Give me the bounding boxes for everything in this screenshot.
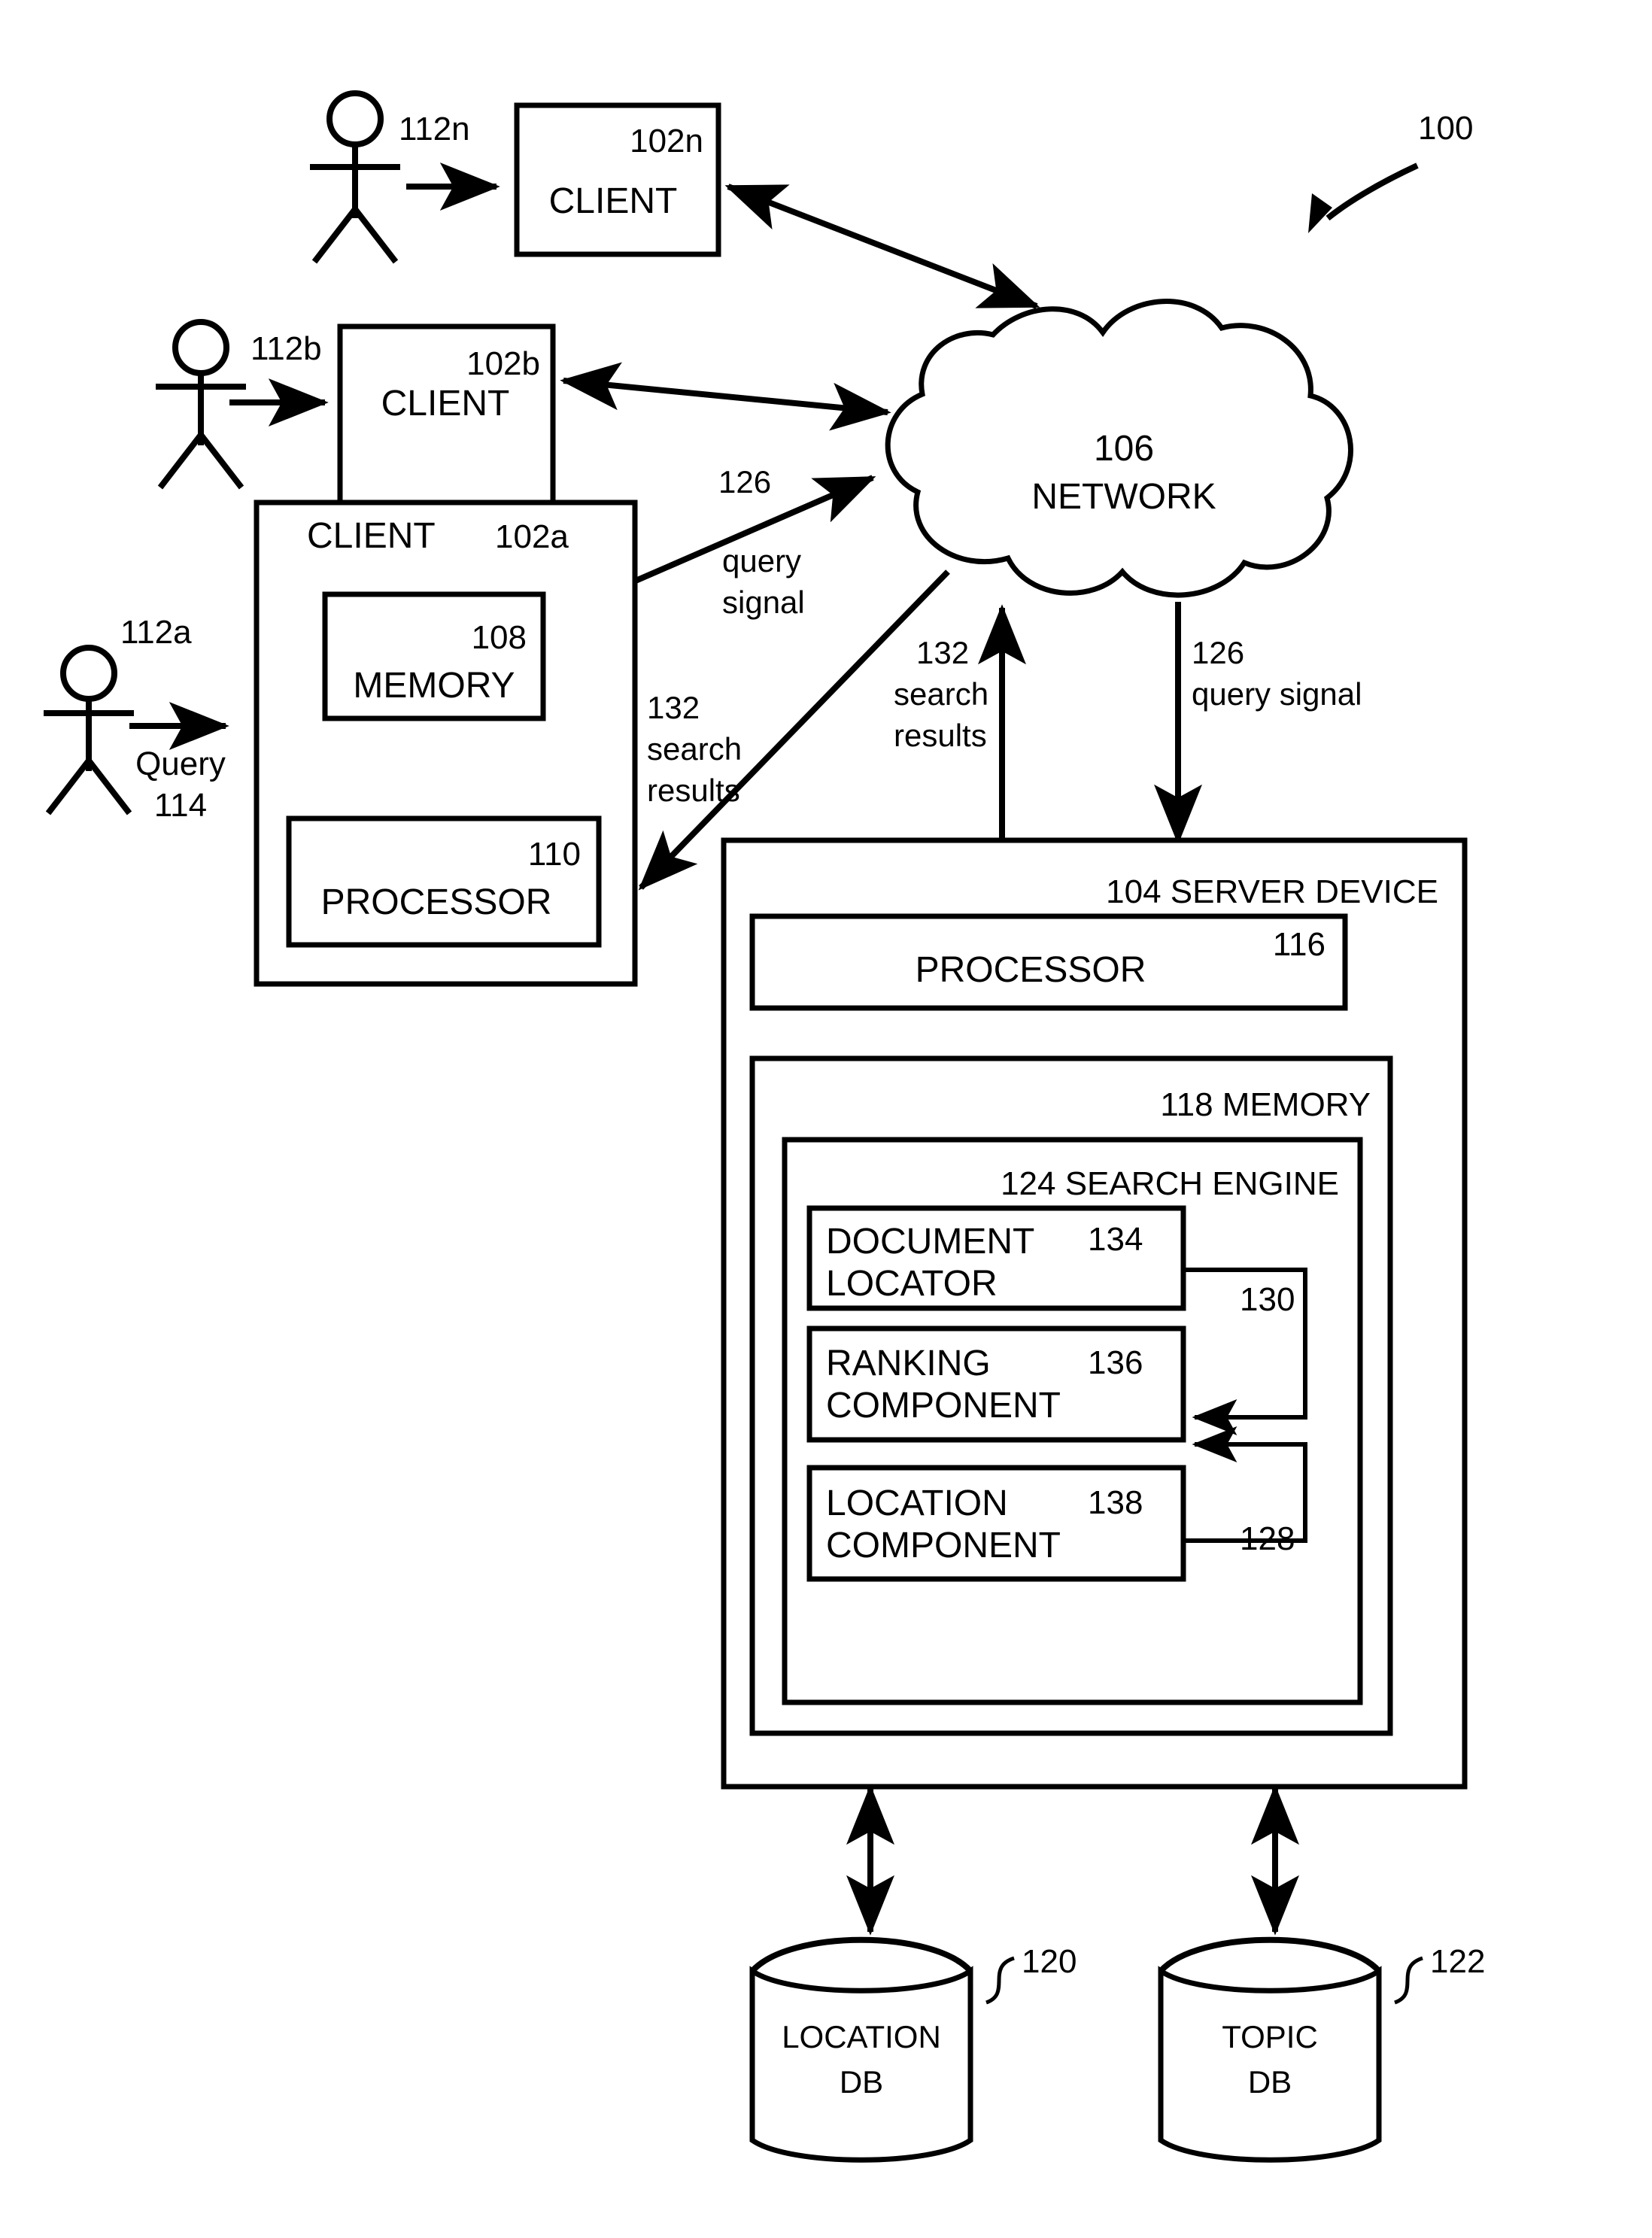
query-signal-line1: query <box>722 543 801 578</box>
document-locator-134[interactable]: 134 DOCUMENT LOCATOR <box>806 1205 1186 1311</box>
client-102a[interactable]: CLIENT 102a 108 MEMORY 110 PROCESSOR <box>254 500 638 987</box>
network-cloud[interactable]: 106 NETWORK <box>885 299 1353 598</box>
server-query-signal-text: query signal <box>1192 676 1362 712</box>
client-102n-label: CLIENT <box>549 181 678 221</box>
query-signal-line2: signal <box>722 585 805 620</box>
flow-search-results-server-up: 132 search results <box>894 604 1026 841</box>
document-locator-line2: LOCATOR <box>826 1264 998 1304</box>
server-processor-ref: 116 <box>1273 926 1326 963</box>
server-search-results-line2: results <box>894 718 987 753</box>
network-ref: 106 <box>1094 429 1154 469</box>
location-component-line2: COMPONENT <box>826 1526 1061 1565</box>
search-results-line1-a: search <box>647 731 742 767</box>
location-db-top <box>750 1936 973 1973</box>
topic-db-line1: TOPIC <box>1222 2019 1318 2054</box>
actor-112n: 112n <box>310 90 500 264</box>
search-results-line2-a: results <box>647 773 740 808</box>
topic-db-line2: DB <box>1248 2064 1292 2100</box>
search-engine-header: 124 SEARCH ENGINE <box>1001 1165 1339 1202</box>
server-memory-header: 118 MEMORY <box>1160 1086 1371 1123</box>
client-processor-ref: 110 <box>528 836 581 873</box>
server-search-results-ref: 132 <box>916 635 969 670</box>
client-processor-110[interactable]: 110 PROCESSOR <box>286 815 602 948</box>
client-102n-ref: 102n <box>630 123 703 159</box>
server-search-results-line1: search <box>894 676 988 712</box>
server-processor-116[interactable]: 116 PROCESSOR <box>749 913 1348 1011</box>
location-db-leader <box>985 1956 1015 2005</box>
actor-112n-ref: 112n <box>399 111 470 147</box>
system-diagram: 100 112n 102n CLIENT 112b 102b CLIENT 10… <box>44 90 1485 2163</box>
flow-query-signal-server-down: 126 query signal <box>1154 602 1362 845</box>
server-query-signal-ref: 126 <box>1192 635 1244 670</box>
server-device-104[interactable]: 104 SERVER DEVICE 116 PROCESSOR 118 MEMO… <box>721 837 1468 1790</box>
location-component-ref: 138 <box>1088 1484 1143 1521</box>
system-ref-leader <box>1326 162 1419 221</box>
actor-left-leg-icon <box>157 433 204 490</box>
client-102b-network-link <box>560 362 891 431</box>
patent-figure-root: 100 112n 102n CLIENT 112b 102b CLIENT 10… <box>0 0 1652 2238</box>
server-memory-118[interactable]: 118 MEMORY 124 SEARCH ENGINE 134 DOCUMEN… <box>749 1055 1393 1736</box>
location-component-138[interactable]: 138 LOCATION COMPONENT <box>806 1465 1186 1582</box>
ranking-component-136[interactable]: 136 RANKING COMPONENT <box>806 1325 1186 1443</box>
actor-112a-ref: 112a <box>120 614 192 651</box>
server-processor-label: PROCESSOR <box>916 950 1146 990</box>
client-memory-108[interactable]: 108 MEMORY <box>322 591 546 721</box>
document-locator-ref: 134 <box>1088 1221 1143 1258</box>
actor-head-icon <box>172 319 229 376</box>
location-db-line2: DB <box>840 2064 883 2100</box>
connector-130-ref: 130 <box>1240 1281 1295 1318</box>
actor-right-leg-icon <box>86 758 132 815</box>
client-102n-network-link <box>724 184 1040 309</box>
query-label-line1: Query <box>135 745 226 782</box>
location-component-line1: LOCATION <box>826 1483 1008 1523</box>
actor-112b-ref: 112b <box>251 330 322 367</box>
actor-head-icon <box>326 90 384 147</box>
topic-db-top <box>1159 1936 1381 1973</box>
network-label: NETWORK <box>1031 477 1216 517</box>
topic-db-leader <box>1394 1956 1423 2005</box>
system-ref-callout: 100 <box>1308 110 1473 233</box>
actor-left-leg-icon <box>311 207 358 264</box>
system-ref-arrowhead <box>1308 193 1332 233</box>
location-db-ref: 120 <box>1022 1943 1077 1980</box>
server-device-header: 104 SERVER DEVICE <box>1106 873 1438 910</box>
actor-112b: 112b <box>156 319 329 490</box>
actor-right-leg-icon <box>198 433 244 490</box>
location-db-line1: LOCATION <box>782 2019 941 2054</box>
connector-128-ref: 128 <box>1240 1520 1295 1557</box>
ranking-component-line2: COMPONENT <box>826 1386 1061 1426</box>
client-102b-ref: 102b <box>466 345 540 382</box>
client-memory-label: MEMORY <box>353 666 515 706</box>
ranking-component-line1: RANKING <box>826 1344 991 1383</box>
client-102n[interactable]: 102n CLIENT <box>514 102 721 257</box>
actor-right-leg-icon <box>352 207 399 264</box>
query-label-line2: 114 <box>154 787 207 824</box>
database-122[interactable]: TOPIC DB 122 <box>1158 1936 1485 2163</box>
actor-left-leg-icon <box>45 758 92 815</box>
flow-query-signal-up: 126 query signal <box>634 464 876 620</box>
client-memory-ref: 108 <box>472 619 527 656</box>
document-locator-line1: DOCUMENT <box>826 1222 1034 1262</box>
topic-db-ref: 122 <box>1430 1943 1485 1980</box>
actor-112a: 112a Query 114 <box>44 614 229 824</box>
search-engine-124[interactable]: 124 SEARCH ENGINE 134 DOCUMENT LOCATOR 1… <box>782 1137 1363 1705</box>
client-102b-label: CLIENT <box>381 384 510 424</box>
query-signal-ref: 126 <box>718 464 771 500</box>
database-120[interactable]: LOCATION DB 120 <box>749 1936 1077 2163</box>
client-102a-ref: 102a <box>495 518 569 555</box>
system-ref-label: 100 <box>1418 110 1473 147</box>
ranking-component-ref: 136 <box>1088 1344 1143 1381</box>
client-processor-label: PROCESSOR <box>321 882 552 922</box>
actor-head-icon <box>60 645 117 702</box>
search-results-ref-a: 132 <box>647 690 700 725</box>
client-102a-label: CLIENT <box>307 516 436 556</box>
